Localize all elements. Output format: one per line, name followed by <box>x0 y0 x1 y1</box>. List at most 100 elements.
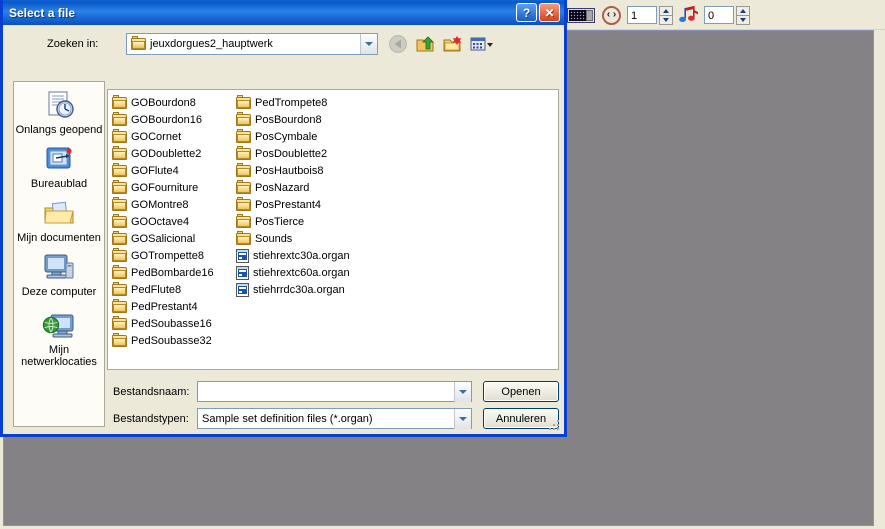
transpose-value-input[interactable]: 1 <box>627 6 657 24</box>
lookin-value: jeuxdorgues2_hauptwerk <box>150 38 273 50</box>
file-list-item-label: PedSoubasse16 <box>131 317 212 330</box>
filetype-combobox[interactable]: Sample set definition files (*.organ) <box>197 408 472 429</box>
filetype-dropdown-arrow-icon[interactable] <box>454 408 471 429</box>
place-item-label: Bureaublad <box>30 178 88 190</box>
file-list-item-label: GOFlute4 <box>131 164 179 177</box>
organ-manual-icon[interactable] <box>567 7 595 23</box>
my-computer-icon <box>42 250 76 284</box>
file-list-item[interactable]: PedBombarde16 <box>112 264 214 281</box>
file-list-item[interactable]: GOTrompette8 <box>112 247 214 264</box>
polyphony-value-input[interactable]: 0 <box>704 6 734 24</box>
recent-documents-icon <box>42 88 76 122</box>
file-list-inner: GOBourdon8 GOBourdon16 GOCornet GODoublette… <box>108 90 558 347</box>
file-list-item-label: GOOctave4 <box>131 215 190 228</box>
transpose-stepper-up[interactable] <box>659 5 673 15</box>
views-dropdown-icon[interactable] <box>469 34 493 55</box>
file-list-item-label: GOSalicional <box>131 232 196 245</box>
polyphony-stepper[interactable] <box>736 5 750 25</box>
my-documents-icon <box>42 196 76 230</box>
file-list-item-label: stiehrextc60a.organ <box>253 266 350 279</box>
filename-dropdown-arrow-icon[interactable] <box>454 381 471 402</box>
file-list-item[interactable]: PosNazard <box>236 179 350 196</box>
select-file-dialog: Select a file ? ✕ Zoeken in: jeuxdorgues… <box>0 0 567 437</box>
place-item-network-places[interactable]: Mijn netwerklocaties <box>14 308 104 368</box>
file-list-item[interactable]: PosPrestant4 <box>236 196 350 213</box>
dialog-titlebar[interactable]: Select a file ? ✕ <box>3 0 564 25</box>
place-item-my-computer[interactable]: Deze computer <box>14 250 104 298</box>
filename-combobox[interactable] <box>197 381 472 402</box>
file-list-item[interactable]: GODoublette2 <box>112 145 214 162</box>
back-icon[interactable] <box>388 34 410 55</box>
file-list-item[interactable]: PedFlute8 <box>112 281 214 298</box>
file-list-item[interactable]: PosTierce <box>236 213 350 230</box>
organ-manual-pad <box>586 9 593 21</box>
file-list-item[interactable]: PosBourdon8 <box>236 111 350 128</box>
folder-icon <box>112 94 127 109</box>
folder-icon <box>112 128 127 143</box>
file-list-item[interactable]: stiehrextc30a.organ <box>236 247 350 264</box>
file-list-item[interactable]: GOMontre8 <box>112 196 214 213</box>
open-button[interactable]: Openen <box>483 381 559 402</box>
file-list-item[interactable]: GOFourniture <box>112 179 214 196</box>
organ-manual-keys <box>569 9 587 21</box>
file-list-item[interactable]: PedPrestant4 <box>112 298 214 315</box>
close-button[interactable]: ✕ <box>539 3 560 22</box>
file-list-item-label: PosHautbois8 <box>255 164 324 177</box>
file-list-item[interactable]: GOBourdon8 <box>112 94 214 111</box>
file-list-column-0: GOBourdon8 GOBourdon16 GOCornet GODoublette… <box>112 94 214 349</box>
organ-file-icon <box>236 265 249 280</box>
file-list-item[interactable]: stiehrextc60a.organ <box>236 264 350 281</box>
file-list-item-label: PedPrestant4 <box>131 300 198 313</box>
file-list-item[interactable]: PosCymbale <box>236 128 350 145</box>
filename-label: Bestandsnaam: <box>113 386 190 398</box>
dialog-nav-toolbar <box>388 34 493 55</box>
file-list-item[interactable]: PedSoubasse16 <box>112 315 214 332</box>
up-one-level-icon[interactable] <box>415 34 437 55</box>
folder-icon <box>236 179 251 194</box>
file-list-item[interactable]: PosDoublette2 <box>236 145 350 162</box>
folder-icon <box>112 281 127 296</box>
resize-grip[interactable] <box>549 420 561 432</box>
polyphony-stepper-up[interactable] <box>736 5 750 15</box>
place-item-recent[interactable]: Onlangs geopend <box>14 88 104 136</box>
lookin-combobox[interactable]: jeuxdorgues2_hauptwerk <box>126 33 378 55</box>
file-list-item[interactable]: PedSoubasse32 <box>112 332 214 349</box>
folder-icon <box>112 179 127 194</box>
file-list-item[interactable]: Sounds <box>236 230 350 247</box>
file-list-item-label: GOCornet <box>131 130 182 143</box>
music-notes-icon[interactable] <box>678 5 700 25</box>
file-list-item[interactable]: PosHautbois8 <box>236 162 350 179</box>
folder-icon <box>112 298 127 313</box>
cancel-button[interactable]: Annuleren <box>483 408 559 429</box>
transpose-icon[interactable]: ‹› <box>602 5 621 25</box>
file-list-item-label: PedFlute8 <box>131 283 182 296</box>
places-bar: Onlangs geopend Bureaublad Mijn document… <box>13 81 105 427</box>
place-item-desktop[interactable]: Bureaublad <box>14 142 104 190</box>
file-list-item[interactable]: GOBourdon16 <box>112 111 214 128</box>
file-list-item-label: PosPrestant4 <box>255 198 322 211</box>
file-list-item[interactable]: stiehrrdc30a.organ <box>236 281 350 298</box>
file-list-item-label: stiehrextc30a.organ <box>253 249 350 262</box>
file-list-item-label: PedTrompete8 <box>255 96 328 109</box>
file-list-item-label: Sounds <box>255 232 293 245</box>
lookin-dropdown-arrow-icon[interactable] <box>360 34 377 54</box>
file-list-item[interactable]: GOOctave4 <box>112 213 214 230</box>
file-list-item[interactable]: GOCornet <box>112 128 214 145</box>
lookin-row: Zoeken in: jeuxdorgues2_hauptwerk <box>13 33 558 57</box>
folder-icon <box>236 145 251 160</box>
file-list-item-label: GOFourniture <box>131 181 199 194</box>
transpose-stepper[interactable] <box>659 5 673 25</box>
folder-icon <box>236 230 251 245</box>
polyphony-stepper-down[interactable] <box>736 14 750 25</box>
help-button[interactable]: ? <box>516 3 537 22</box>
file-list[interactable]: GOBourdon8 GOBourdon16 GOCornet GODoublette… <box>107 89 559 370</box>
file-list-item[interactable]: GOFlute4 <box>112 162 214 179</box>
place-item-my-documents[interactable]: Mijn documenten <box>14 196 104 244</box>
new-folder-icon[interactable] <box>442 34 464 55</box>
file-list-item[interactable]: PedTrompete8 <box>236 94 350 111</box>
transpose-stepper-down[interactable] <box>659 14 673 25</box>
file-list-item[interactable]: GOSalicional <box>112 230 214 247</box>
folder-icon <box>236 111 251 126</box>
lookin-label: Zoeken in: <box>47 38 99 50</box>
desktop-icon <box>42 142 76 176</box>
